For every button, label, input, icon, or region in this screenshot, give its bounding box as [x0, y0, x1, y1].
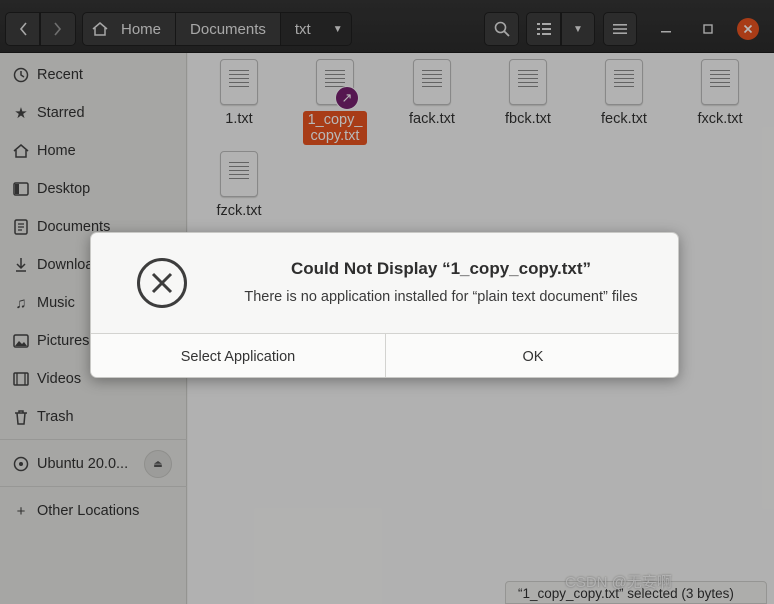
dialog-title: Could Not Display “1_copy_copy.txt” [290, 259, 592, 278]
select-application-button[interactable]: Select Application [91, 334, 385, 377]
error-dialog: Could Not Display “1_copy_copy.txt” Ther… [90, 232, 679, 378]
ok-button[interactable]: OK [385, 334, 678, 377]
file-manager-window: Home Documents txt ▼ ▼ Recent ★ Starred … [0, 0, 774, 604]
error-icon [137, 258, 187, 308]
dialog-button-row: Select Application OK [91, 333, 678, 377]
dialog-message: There is no application installed for “p… [244, 289, 638, 305]
